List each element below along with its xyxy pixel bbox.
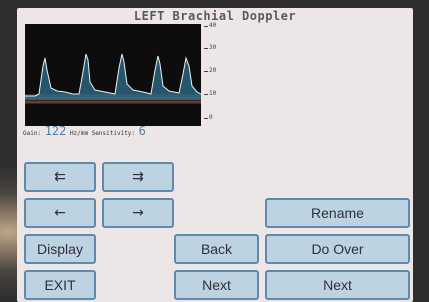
scale-tick [204,26,208,27]
units-label: Hz/mm [70,130,89,137]
step-forward-button[interactable]: → [102,198,174,228]
scale-label: 10 [209,90,217,97]
sensitivity-value: 6 [138,124,146,138]
scale-label: 40 [209,22,217,29]
step-back-button[interactable]: ← [24,198,96,228]
page-title: LEFT Brachial Doppler [133,9,297,23]
fast-back-button[interactable]: ⇇ [24,162,96,192]
gain-label: Gain: [23,130,42,137]
gain-value: 122 [44,124,67,138]
do-over-button[interactable]: Do Over [265,234,410,264]
doppler-waveform-graphic [25,24,202,126]
exit-button[interactable]: EXIT [24,270,96,300]
next-button-right[interactable]: Next [265,270,410,300]
rename-button[interactable]: Rename [265,198,410,228]
fast-forward-button[interactable]: ⇉ [102,162,174,192]
back-button[interactable]: Back [174,234,259,264]
scale-label: 30 [209,44,217,51]
sensitivity-label: Sensitivity: [91,130,136,137]
scale-label: 0 [209,114,213,121]
display-button[interactable]: Display [24,234,96,264]
scale-tick [204,118,208,119]
gain-sensitivity-readout: Gain: 122 Hz/mm Sensitivity: 6 [23,124,146,138]
doppler-waveform-display [25,24,202,126]
scale-label: 20 [209,67,217,74]
next-button-left[interactable]: Next [174,270,259,300]
scale-tick [204,48,208,49]
scale-tick [204,71,208,72]
scale-tick [204,94,208,95]
